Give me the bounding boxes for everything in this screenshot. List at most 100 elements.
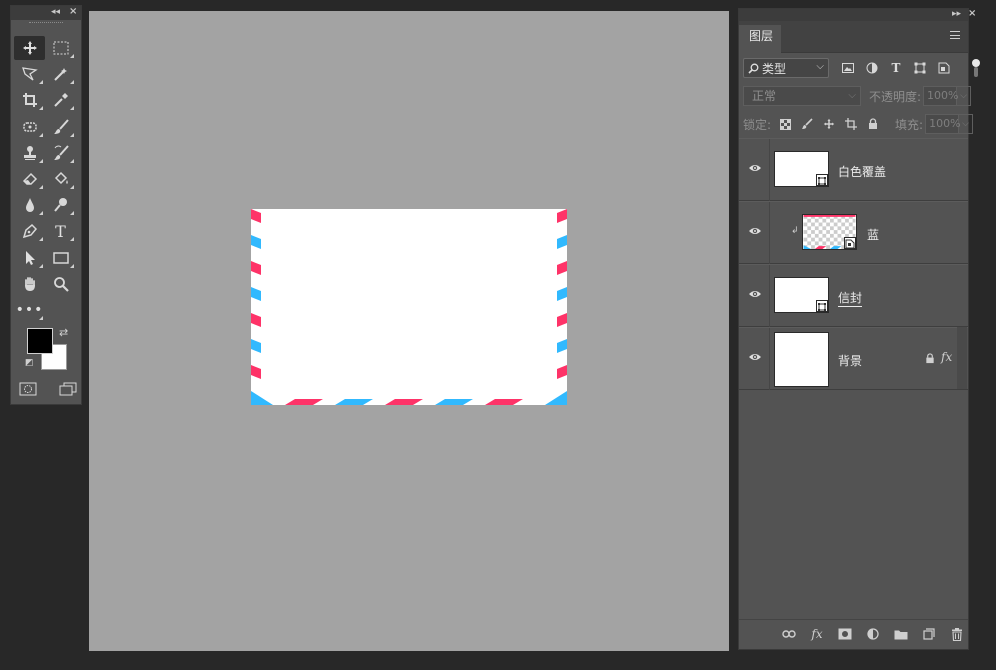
brush-tool-icon[interactable] (45, 115, 76, 139)
smart-object-badge-icon (816, 174, 828, 186)
search-icon (748, 63, 759, 74)
clipping-mask-arrow-icon: ↲ (791, 226, 799, 236)
blend-mode-select[interactable]: 正常 ⌵ (743, 86, 861, 106)
default-colors-icon[interactable]: ◩ (25, 358, 34, 368)
lock-icon (925, 353, 935, 367)
path-select-tool-icon[interactable] (14, 246, 45, 270)
rectangle-tool-icon[interactable] (45, 246, 76, 270)
layer-name[interactable]: 信封 (838, 289, 863, 307)
eye-icon[interactable] (748, 224, 762, 238)
lasso-tool-icon[interactable] (14, 62, 45, 86)
layer-row[interactable]: ↲ 蓝 (739, 201, 968, 264)
smart-object-badge-icon (816, 300, 828, 312)
opacity-field[interactable]: 100% (923, 86, 959, 106)
blend-mode-value: 正常 (752, 89, 777, 103)
image-filter-icon[interactable] (839, 59, 857, 77)
panel-menu-icon[interactable] (950, 31, 960, 39)
lock-pixels-icon[interactable] (799, 116, 815, 132)
fx-icon[interactable]: fx (809, 626, 825, 642)
lock-label: 锁定: (743, 117, 772, 132)
type-filter-icon[interactable]: T (887, 59, 905, 77)
move-tool-icon[interactable] (14, 36, 45, 60)
eyedropper-tool-icon[interactable] (45, 88, 76, 112)
eye-icon[interactable] (748, 161, 762, 175)
lock-all-icon[interactable] (865, 116, 881, 132)
opacity-label: 不透明度: (869, 89, 922, 104)
layer-name[interactable]: 背景 (838, 352, 862, 369)
adjustment-filter-icon[interactable] (863, 59, 881, 77)
collapse-panel-icon[interactable]: ◂◂ (51, 7, 60, 17)
crop-tool-icon[interactable] (14, 88, 45, 112)
new-layer-icon[interactable] (921, 626, 937, 642)
shape-filter-icon[interactable] (911, 59, 929, 77)
eye-icon[interactable] (748, 350, 762, 364)
layer-list: 白色覆盖 ↲ 蓝 信封 背景 fx (739, 138, 968, 390)
tools-bottom-row (19, 382, 77, 400)
layer-thumbnail (774, 332, 829, 387)
lock-transparency-icon[interactable] (777, 116, 793, 132)
layers-scrollbar[interactable] (957, 327, 967, 389)
fill-dropdown-icon[interactable]: ⌵ (959, 114, 974, 134)
group-folder-icon[interactable] (893, 626, 909, 642)
chevron-down-icon: ⌵ (816, 61, 824, 72)
document-window[interactable] (89, 11, 729, 651)
screen-mode-icon[interactable] (59, 382, 77, 400)
panel-grip[interactable] (29, 22, 63, 30)
more-tools-icon[interactable]: ••• (14, 298, 45, 322)
lock-icons (777, 116, 881, 132)
history-brush-tool-icon[interactable] (45, 141, 76, 165)
close-icon[interactable]: × (69, 6, 77, 17)
layers-bottom-icons: fx (781, 626, 965, 642)
eraser-tool-icon[interactable] (14, 167, 45, 191)
dodge-tool-icon[interactable] (45, 193, 76, 217)
layer-row[interactable]: 白色覆盖 (739, 138, 968, 201)
lock-row: 锁定: 填充: 100% ⌵ (743, 113, 979, 135)
delete-icon[interactable] (949, 626, 965, 642)
layers-bottom-bar: fx (739, 619, 968, 649)
filter-toggle-switch[interactable] (972, 59, 980, 79)
type-tool-icon[interactable]: T (45, 219, 76, 243)
layer-filter-row: 类型 ⌵ T (743, 57, 980, 79)
envelope-canvas[interactable] (251, 209, 567, 405)
adjustment-layer-icon[interactable] (865, 626, 881, 642)
fill-label: 填充: (895, 117, 924, 132)
smart-object-badge-icon (844, 237, 856, 249)
blur-tool-icon[interactable] (14, 193, 45, 217)
filter-icons: T (839, 59, 953, 77)
swap-colors-icon[interactable]: ⇄ (59, 326, 68, 339)
link-layers-icon[interactable] (781, 626, 797, 642)
tab-layers[interactable]: 图层 (739, 25, 781, 53)
pen-tool-icon[interactable] (14, 219, 45, 243)
opacity-dropdown-icon[interactable]: ⌵ (957, 86, 972, 106)
smart-object-filter-icon[interactable] (935, 59, 953, 77)
layer-name[interactable]: 白色覆盖 (838, 163, 886, 180)
layer-filter-select[interactable]: 类型 ⌵ (743, 58, 829, 78)
quick-mask-icon[interactable] (19, 382, 37, 400)
layers-panel-header: ▸▸ × (739, 8, 976, 21)
layers-tabbar: 图层 (739, 21, 968, 53)
eye-icon[interactable] (748, 287, 762, 301)
mask-icon[interactable] (837, 626, 853, 642)
healing-brush-tool-icon[interactable] (14, 115, 45, 139)
lock-position-icon[interactable] (821, 116, 837, 132)
layer-row[interactable]: 信封 (739, 264, 968, 327)
collapse-panel-icon[interactable]: ▸▸ (952, 9, 961, 19)
layer-name[interactable]: 蓝 (867, 226, 879, 243)
clone-stamp-tool-icon[interactable] (14, 141, 45, 165)
close-icon[interactable]: × (968, 8, 976, 19)
hand-tool-icon[interactable] (14, 272, 45, 296)
layer-row[interactable]: 背景 fx ⌵ (739, 327, 968, 390)
tools-panel: ◂◂ × T ••• ⇄ ◩ (10, 5, 82, 405)
quick-select-tool-icon[interactable] (45, 62, 76, 86)
lock-artboard-icon[interactable] (843, 116, 859, 132)
blend-row: 正常 ⌵ 不透明度: 100% ⌵ (743, 85, 979, 107)
layer-filter-value: 类型 (762, 61, 787, 76)
fill-field[interactable]: 100% (925, 114, 961, 134)
paint-bucket-tool-icon[interactable] (45, 167, 76, 191)
fx-icon[interactable]: fx (941, 350, 952, 364)
marquee-tool-icon[interactable] (45, 36, 76, 60)
zoom-tool-icon[interactable] (45, 272, 76, 296)
foreground-color-swatch[interactable] (27, 328, 53, 354)
tool-grid: T ••• (14, 36, 78, 324)
tools-panel-header: ◂◂ × (11, 6, 81, 20)
